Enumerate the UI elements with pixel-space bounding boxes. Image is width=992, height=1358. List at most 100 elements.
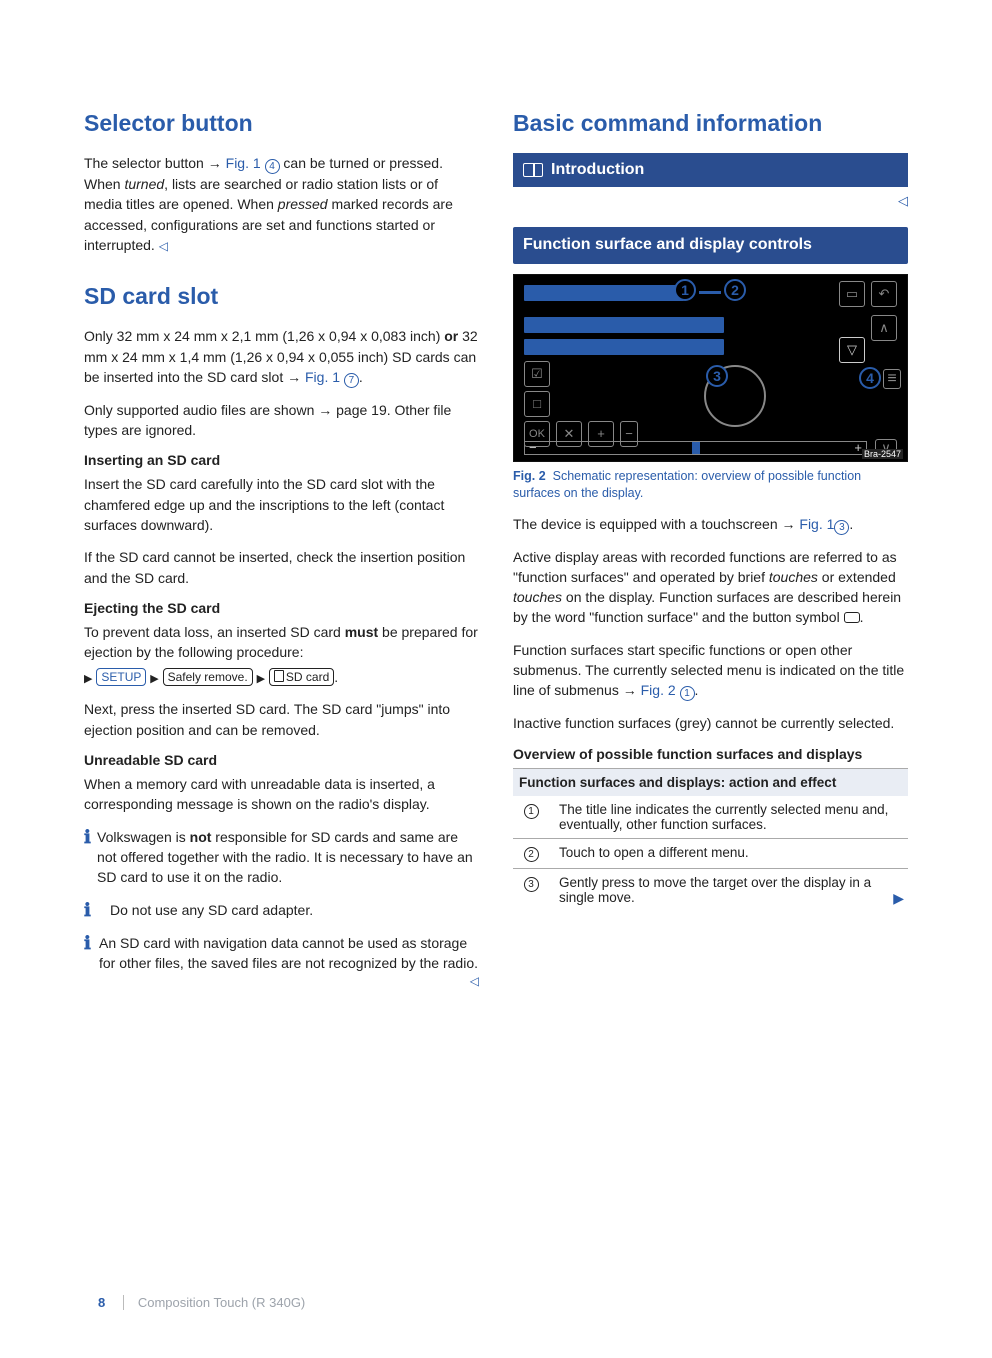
ref-fig2: Fig. 2	[641, 682, 676, 698]
para-eject-press: Next, press the inserted SD card. The SD…	[84, 699, 479, 740]
figure-2-caption: Fig. 2 Schematic representation: overvie…	[513, 468, 908, 502]
section-end-icon: ◁	[470, 973, 479, 990]
section-end-icon: ◁	[513, 193, 908, 209]
note-text: An SD card with navigation data cannot b…	[99, 933, 479, 991]
book-icon	[523, 163, 543, 177]
fig-button-box: □	[524, 391, 550, 417]
fig-callout-4: 4	[859, 367, 881, 389]
row-text: The title line indicates the currently s…	[559, 802, 904, 832]
fig-label: Fig. 2	[513, 469, 546, 483]
btn-sd-card: SD card	[269, 668, 334, 686]
triangle-icon: ▶	[84, 673, 92, 685]
fig-button-back: ↶	[871, 281, 897, 307]
note-no-adapter: ℹ Do not use any SD card adapter.	[84, 900, 479, 921]
footer-title: Composition Touch (R 340G)	[123, 1295, 305, 1310]
subbar-function-surface: Function surface and display controls	[513, 227, 908, 264]
para-eject-prep: To prevent data loss, an inserted SD car…	[84, 622, 479, 663]
fig-bar	[524, 285, 684, 301]
fig-button-check: ☑	[524, 361, 550, 387]
sd-icon	[274, 670, 284, 682]
fig-bar	[524, 339, 724, 355]
callout-2: 2	[524, 847, 539, 862]
fig-button-list: ≡	[883, 369, 901, 389]
text: An SD card with navigation data cannot b…	[99, 935, 478, 971]
fig-button-window: ▭	[839, 281, 865, 307]
text: The device is equipped with a touchscree…	[513, 516, 799, 532]
table-header: Function surfaces and displays: action a…	[513, 768, 908, 796]
table-row: 1 The title line indicates the currently…	[513, 796, 908, 839]
triangle-icon: ▶	[257, 673, 265, 685]
text: To prevent data loss, an inserted SD car…	[84, 624, 345, 640]
callout-1: 1	[524, 804, 539, 819]
word-touches: touches	[513, 589, 562, 605]
function-surface-icon	[844, 612, 860, 623]
note-nav-data: ℹ An SD card with navigation data cannot…	[84, 933, 479, 991]
word-or: or	[444, 328, 458, 344]
fig-button-down: ▽	[839, 337, 865, 363]
ref-fig1: Fig. 1	[305, 369, 340, 385]
para-active-areas: Active display areas with recorded funct…	[513, 547, 908, 628]
heading-selector-button: Selector button	[84, 110, 479, 137]
note-text: Volkswagen is not responsible for SD car…	[97, 827, 479, 888]
para-sd-dimensions: Only 32 mm x 24 mm x 2,1 mm (1,26 x 0,94…	[84, 326, 479, 388]
para-fs-submenus: Function surfaces start specific functio…	[513, 640, 908, 702]
para-touchscreen: The device is equipped with a touchscree…	[513, 514, 908, 535]
fig-slider: −+	[524, 441, 867, 455]
subhead-unreadable: Unreadable SD card	[84, 752, 479, 768]
page-number: 8	[98, 1295, 105, 1310]
text: Function surfaces start specific functio…	[513, 642, 904, 699]
table-row: 2 Touch to open a different menu.	[513, 839, 908, 869]
page-body: Selector button The selector button → Fi…	[0, 0, 992, 1043]
eject-procedure: ▶ SETUP ▶ Safely remove. ▶ SD card.	[84, 667, 479, 688]
plus-icon: +	[854, 440, 862, 455]
para-supported-audio: Only supported audio files are shown → p…	[84, 400, 479, 441]
slider-thumb	[692, 442, 700, 454]
word-touches: touches	[769, 569, 818, 585]
fig-tag: Bra-2547	[862, 449, 903, 459]
text: Schematic representation: overview of po…	[513, 469, 861, 500]
page-footer: 8 Composition Touch (R 340G)	[98, 1295, 305, 1310]
info-icon: ℹ	[84, 827, 93, 888]
continue-icon: ▶	[893, 890, 904, 907]
text: or extended	[818, 569, 896, 585]
subhead-ejecting: Ejecting the SD card	[84, 600, 479, 616]
note-vw-responsibility: ℹ Volkswagen is not responsible for SD c…	[84, 827, 479, 888]
ref-fig1: Fig. 1	[799, 516, 834, 532]
fig-callout-1: 1	[674, 279, 696, 301]
row-marker: 1	[517, 802, 545, 819]
heading-basic-command: Basic command information	[513, 110, 908, 137]
ref-callout-1: 1	[680, 686, 695, 701]
ref-callout-7: 7	[344, 373, 359, 388]
figure-2-image: 1 2 ▭ ↶ ∧ ▽ ☑ □ OK ✕ + − 3 4 ≡ ∨ −+ Bra-…	[513, 274, 908, 462]
row-text: Touch to open a different menu.	[559, 845, 904, 860]
subhead-inserting: Inserting an SD card	[84, 452, 479, 468]
word-must: must	[345, 624, 378, 640]
ref-callout-4: 4	[265, 159, 280, 174]
btn-setup: SETUP	[96, 668, 146, 686]
word-turned: turned	[124, 176, 164, 192]
triangle-icon: ▶	[150, 673, 158, 685]
fig-callout-3: 3	[706, 365, 728, 387]
word-pressed: pressed	[278, 196, 328, 212]
para-inactive: Inactive function surfaces (grey) cannot…	[513, 713, 908, 733]
fig-bar	[524, 317, 724, 333]
minus-icon: −	[529, 440, 537, 455]
para-unreadable: When a memory card with unreadable data …	[84, 774, 479, 815]
left-column: Selector button The selector button → Fi…	[84, 110, 479, 1003]
text: The selector button →	[84, 155, 226, 171]
para-insert: Insert the SD card carefully into the SD…	[84, 474, 479, 535]
row-text: Gently press to move the target over the…	[559, 875, 904, 907]
text: SD card	[286, 670, 329, 684]
heading-sd-card-slot: SD card slot	[84, 283, 479, 310]
btn-safely-remove: Safely remove.	[163, 668, 253, 686]
fig-pointer	[699, 291, 721, 294]
para-insert-check: If the SD card cannot be inserted, check…	[84, 547, 479, 588]
fig-button-up: ∧	[871, 315, 897, 341]
subhead-overview: Overview of possible function surfaces a…	[513, 746, 908, 762]
row-marker: 3	[517, 875, 545, 892]
note-text: Do not use any SD card adapter.	[110, 900, 313, 921]
word-not: not	[190, 829, 212, 845]
row-marker: 2	[517, 845, 545, 862]
text: Volkswagen is	[97, 829, 190, 845]
table-row: 3 Gently press to move the target over t…	[513, 869, 908, 913]
